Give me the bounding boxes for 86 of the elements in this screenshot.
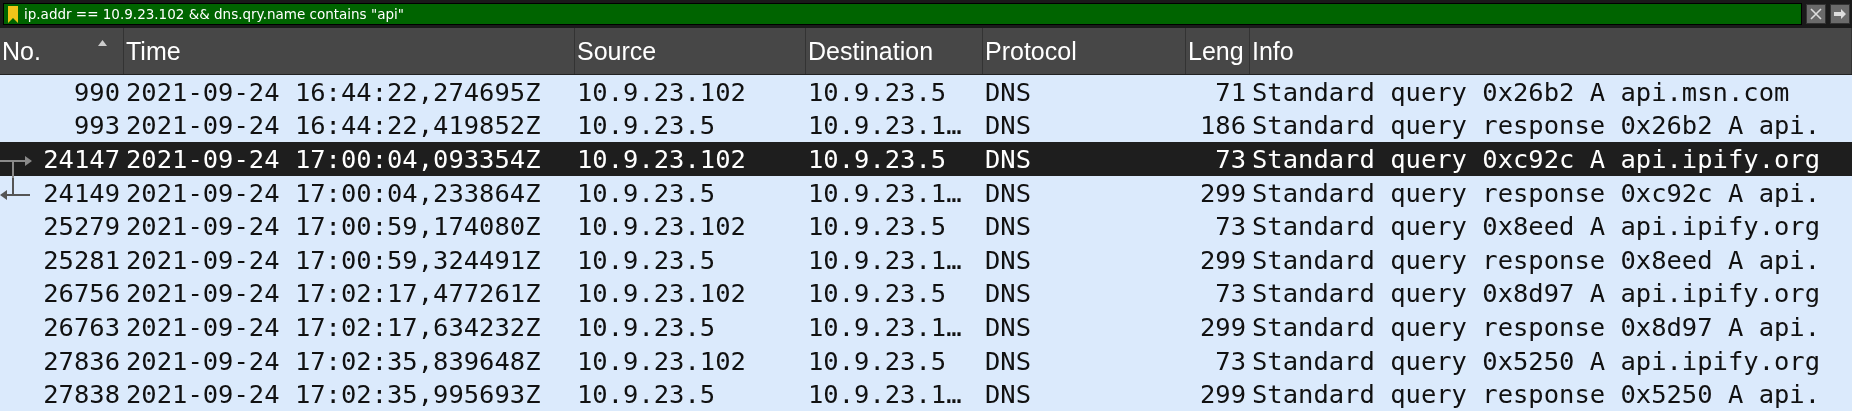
column-header[interactable]: Leng bbox=[1186, 28, 1250, 74]
table-cell: 10.9.23.1… bbox=[808, 244, 962, 275]
column-header[interactable]: No. bbox=[0, 28, 124, 74]
table-cell: 2021-09-24 17:02:35,995693Z bbox=[126, 379, 541, 410]
table-cell: Standard query 0x26b2 A api.msn.com bbox=[1252, 76, 1790, 107]
table-cell: 24147 bbox=[43, 144, 120, 174]
table-cell: Standard query response 0x8d97 A api. bbox=[1252, 311, 1821, 342]
table-cell: 10.9.23.5 bbox=[808, 76, 947, 107]
table-cell: 73 bbox=[1215, 144, 1246, 174]
table-cell: Standard query response 0x5250 A api. bbox=[1252, 379, 1821, 410]
table-cell: Standard query 0x8eed A api.ipify.org bbox=[1252, 211, 1821, 242]
table-cell: 10.9.23.5 bbox=[808, 278, 947, 309]
table-cell: 993 bbox=[73, 110, 120, 141]
table-cell: DNS bbox=[985, 311, 1032, 342]
table-cell: 10.9.23.1… bbox=[808, 177, 962, 208]
table-cell: Standard query 0xc92c A api.ipify.org bbox=[1252, 144, 1821, 174]
table-cell: 2021-09-24 17:00:59,324491Z bbox=[126, 244, 541, 275]
table-cell: Standard query response 0x8eed A api. bbox=[1252, 244, 1821, 275]
table-cell: 2021-09-24 16:44:22,419852Z bbox=[126, 110, 541, 141]
table-cell: 299 bbox=[1199, 244, 1246, 275]
table-cell: 10.9.23.102 bbox=[577, 278, 746, 309]
table-cell: 10.9.23.5 bbox=[577, 110, 716, 141]
apply-button[interactable] bbox=[1830, 4, 1850, 24]
table-cell: 2021-09-24 16:44:22,274695Z bbox=[126, 76, 541, 107]
sort-arrow-icon bbox=[98, 40, 107, 46]
column-header[interactable]: Destination bbox=[806, 28, 983, 74]
table-cell: Standard query 0x8d97 A api.ipify.org bbox=[1252, 278, 1821, 309]
table-cell: Standard query response 0xc92c A api. bbox=[1252, 177, 1821, 208]
packet-row[interactable]: 24147 2021-09-24 17:00:04,093354Z 10.9.23.102 10.9.23.5 DNS 73 Standard query 0xc92c A api.ipify.org bbox=[0, 142, 1852, 176]
table-cell: 10.9.23.5 bbox=[808, 211, 947, 242]
table-cell: 10.9.23.1… bbox=[808, 379, 962, 410]
table-cell: 10.9.23.102 bbox=[577, 76, 746, 107]
table-cell: DNS bbox=[985, 110, 1032, 141]
table-cell: 2021-09-24 17:02:17,477261Z bbox=[126, 278, 541, 309]
table-cell: 2021-09-24 17:00:04,093354Z bbox=[126, 144, 541, 174]
table-cell: DNS bbox=[985, 76, 1032, 107]
filter-text: ip.addr == 10.9.23.102 && dns.qry.name contains "api" bbox=[24, 6, 404, 22]
column-header[interactable]: Time bbox=[124, 28, 575, 74]
table-cell: 2021-09-24 17:00:04,233864Z bbox=[126, 177, 541, 208]
table-cell: 10.9.23.102 bbox=[577, 144, 746, 174]
table-cell: 299 bbox=[1199, 177, 1246, 208]
table-cell: 10.9.23.5 bbox=[577, 244, 716, 275]
table-cell: 27836 bbox=[43, 345, 120, 376]
column-header[interactable]: Info bbox=[1250, 28, 1852, 74]
table-cell: 10.9.23.102 bbox=[577, 345, 746, 376]
table-cell: 2021-09-24 17:02:35,839648Z bbox=[126, 345, 541, 376]
table-cell: 10.9.23.5 bbox=[577, 379, 716, 410]
table-cell: 24149 bbox=[43, 177, 120, 208]
table-cell: 10.9.23.102 bbox=[577, 211, 746, 242]
table-cell: 27838 bbox=[43, 379, 120, 410]
table-cell: 10.9.23.1… bbox=[808, 110, 962, 141]
table-cell: 186 bbox=[1199, 110, 1246, 141]
bookmark-icon[interactable] bbox=[8, 5, 18, 23]
table-cell: DNS bbox=[985, 177, 1032, 208]
table-cell: 2021-09-24 17:00:59,174080Z bbox=[126, 211, 541, 242]
close-icon bbox=[1809, 7, 1823, 21]
table-cell: 26756 bbox=[43, 278, 120, 309]
table-cell: 2021-09-24 17:02:17,634232Z bbox=[126, 311, 541, 342]
table-cell: 25279 bbox=[43, 211, 120, 242]
table-cell: 73 bbox=[1215, 345, 1246, 376]
column-header[interactable]: Source bbox=[575, 28, 806, 74]
table-cell: 299 bbox=[1199, 311, 1246, 342]
table-cell: 26763 bbox=[43, 311, 120, 342]
table-cell: 990 bbox=[73, 76, 120, 107]
table-cell: 73 bbox=[1215, 278, 1246, 309]
arrow-right-icon bbox=[1833, 8, 1847, 20]
table-cell: 25281 bbox=[43, 244, 120, 275]
table-cell: 10.9.23.1… bbox=[808, 311, 962, 342]
table-cell: DNS bbox=[985, 379, 1032, 410]
table-cell: 299 bbox=[1199, 379, 1246, 410]
table-cell: DNS bbox=[985, 278, 1032, 309]
table-cell: 10.9.23.5 bbox=[808, 144, 947, 174]
table-cell: DNS bbox=[985, 244, 1032, 275]
table-cell: 10.9.23.5 bbox=[577, 311, 716, 342]
table-cell: 71 bbox=[1215, 76, 1246, 107]
table-cell: 73 bbox=[1215, 211, 1246, 242]
column-header[interactable]: Protocol bbox=[983, 28, 1186, 74]
table-cell: Standard query response 0x26b2 A api. bbox=[1252, 110, 1821, 141]
table-cell: 10.9.23.5 bbox=[577, 177, 716, 208]
table-cell: Standard query 0x5250 A api.ipify.org bbox=[1252, 345, 1821, 376]
clear-button[interactable] bbox=[1806, 4, 1826, 24]
table-cell: DNS bbox=[985, 211, 1032, 242]
table-cell: DNS bbox=[985, 144, 1032, 174]
filter-field[interactable]: ip.addr == 10.9.23.102 && dns.qry.name contains "api" bbox=[3, 3, 1802, 25]
table-cell: 10.9.23.5 bbox=[808, 345, 947, 376]
table-cell: DNS bbox=[985, 345, 1032, 376]
